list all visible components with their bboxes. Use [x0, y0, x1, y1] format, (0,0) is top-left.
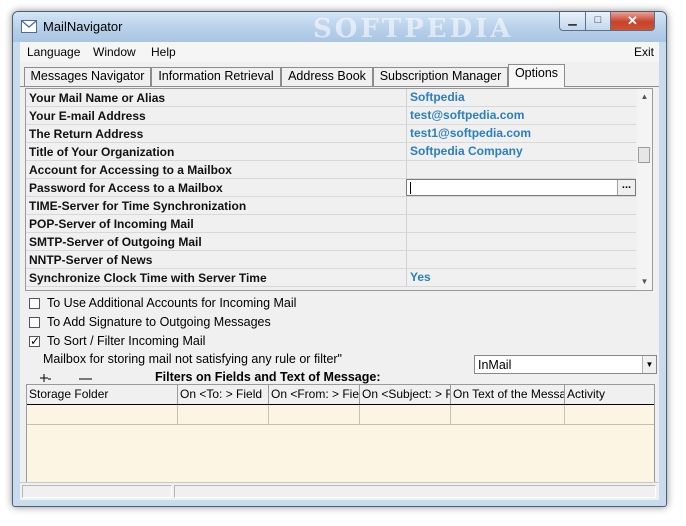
scroll-up-arrow-icon[interactable]: ▲: [637, 92, 652, 101]
table-cell[interactable]: [360, 405, 451, 424]
minimize-button[interactable]: ▁: [559, 12, 586, 31]
table-cell[interactable]: [565, 405, 654, 424]
grid-row-mail-name[interactable]: Your Mail Name or Alias Softpedia: [26, 89, 636, 107]
mailbox-select[interactable]: InMail ▼: [474, 355, 657, 374]
filter-tool-icons[interactable]: [38, 373, 98, 383]
grid-row-label: Account for Accessing to a Mailbox: [29, 163, 232, 177]
mailbox-select-value: InMail: [478, 358, 512, 372]
grid-row-time-server[interactable]: TIME-Server for Time Synchronization: [26, 197, 636, 215]
checkbox-box[interactable]: ✓: [29, 334, 41, 348]
maximize-button[interactable]: □: [585, 12, 611, 31]
tab-subscription-manager[interactable]: Subscription Manager: [373, 67, 508, 86]
client-area: Language Window Help Exit Messages Navig…: [20, 42, 659, 500]
grid-row-value[interactable]: [406, 215, 636, 232]
mailbox-label: Mailbox for storing mail not satisfying …: [43, 352, 342, 366]
checkmark-icon: ✓: [30, 334, 41, 348]
menu-language[interactable]: Language: [27, 45, 80, 59]
checkbox-label: To Use Additional Accounts for Incoming …: [47, 296, 297, 310]
options-panel: Your Mail Name or Alias Softpedia Your E…: [20, 86, 659, 500]
grid-row-value[interactable]: [406, 161, 636, 178]
grid-row-organization[interactable]: Title of Your Organization Softpedia Com…: [26, 143, 636, 161]
tab-options[interactable]: Options: [508, 64, 565, 87]
ellipsis-button[interactable]: ...: [617, 180, 635, 195]
grid-row-label: SMTP-Server of Outgoing Mail: [29, 235, 202, 249]
close-button[interactable]: ✕: [610, 12, 655, 31]
grid-row-label: Password for Access to a Mailbox: [29, 181, 223, 195]
text-caret: [410, 182, 411, 194]
grid-row-email[interactable]: Your E-mail Address test@softpedia.com: [26, 107, 636, 125]
grid-row-value[interactable]: [406, 251, 636, 268]
grid-row-label: Title of Your Organization: [29, 145, 175, 159]
menu-window[interactable]: Window: [93, 45, 136, 59]
grid-row-nntp-server[interactable]: NNTP-Server of News: [26, 251, 636, 269]
scroll-thumb[interactable]: [638, 147, 650, 163]
grid-row-value[interactable]: test@softpedia.com: [406, 107, 636, 124]
grid-row-pop-server[interactable]: POP-Server of Incoming Mail: [26, 215, 636, 233]
tab-messages-navigator[interactable]: Messages Navigator: [24, 67, 151, 86]
filter-tools[interactable]: [38, 372, 98, 382]
grid-row-value[interactable]: [406, 197, 636, 214]
grid-row-value[interactable]: test1@softpedia.com: [406, 125, 636, 142]
grid-row-value[interactable]: [406, 233, 636, 250]
window-title: MailNavigator: [43, 19, 123, 34]
column-activity[interactable]: Activity: [565, 385, 654, 404]
chevron-down-icon[interactable]: ▼: [642, 356, 656, 373]
checkbox-label: To Add Signature to Outgoing Messages: [47, 315, 271, 329]
softpedia-watermark: SOFTPEDIA: [313, 14, 514, 44]
tab-information-retrieval[interactable]: Information Retrieval: [151, 67, 281, 86]
status-panel-right: [174, 485, 656, 498]
checkbox-box[interactable]: [29, 317, 40, 328]
column-from-field[interactable]: On <From: > Field: [269, 385, 360, 404]
table-cell[interactable]: [178, 405, 269, 424]
filter-table: Storage Folder On <To: > Field On <From:…: [26, 384, 655, 497]
grid-row-value[interactable]: Softpedia Company: [406, 143, 636, 160]
envelope-icon: [21, 20, 37, 33]
checkbox-box[interactable]: [29, 298, 40, 309]
grid-row-label: Your E-mail Address: [29, 109, 146, 123]
grid-row-return-address[interactable]: The Return Address test1@softpedia.com: [26, 125, 636, 143]
filters-title: Filters on Fields and Text of Message:: [155, 370, 381, 384]
grid-row-account[interactable]: Account for Accessing to a Mailbox: [26, 161, 636, 179]
grid-row-label: POP-Server of Incoming Mail: [29, 217, 194, 231]
tab-strip: Messages Navigator Information Retrieval…: [20, 64, 659, 87]
menu-bar: Language Window Help Exit: [20, 42, 659, 62]
title-bar[interactable]: MailNavigator SOFTPEDIA ▁ □ ✕: [13, 12, 666, 44]
menu-help[interactable]: Help: [151, 45, 176, 59]
grid-row-label: Synchronize Clock Time with Server Time: [29, 271, 267, 285]
grid-row-smtp-server[interactable]: SMTP-Server of Outgoing Mail: [26, 233, 636, 251]
password-input[interactable]: ...: [406, 179, 636, 196]
main-window: MailNavigator SOFTPEDIA ▁ □ ✕ Language W…: [12, 11, 667, 507]
table-cell[interactable]: [451, 405, 565, 424]
checkbox-label: To Sort / Filter Incoming Mail: [47, 334, 206, 348]
options-grid: Your Mail Name or Alias Softpedia Your E…: [25, 88, 653, 291]
column-to-field[interactable]: On <To: > Field: [178, 385, 269, 404]
table-cell[interactable]: [27, 405, 178, 424]
grid-scrollbar[interactable]: ▲ ▼: [637, 89, 652, 290]
grid-row-value[interactable]: Softpedia: [406, 89, 636, 106]
scroll-down-arrow-icon[interactable]: ▼: [637, 277, 652, 286]
column-subject-field[interactable]: On <Subject: > Field: [360, 385, 451, 404]
menu-exit[interactable]: Exit: [634, 45, 654, 59]
grid-row-label: Your Mail Name or Alias: [29, 91, 166, 105]
grid-row-label: NNTP-Server of News: [29, 253, 153, 267]
status-bar: [20, 482, 659, 500]
status-panel-left: [22, 485, 172, 498]
grid-row-value[interactable]: Yes: [406, 269, 636, 286]
column-message-text[interactable]: On Text of the Message: [451, 385, 565, 404]
column-storage-folder[interactable]: Storage Folder: [27, 385, 178, 404]
table-row[interactable]: [27, 405, 654, 425]
grid-row-password[interactable]: Password for Access to a Mailbox ...: [26, 179, 636, 197]
filter-table-header: Storage Folder On <To: > Field On <From:…: [27, 385, 654, 405]
grid-row-sync-clock[interactable]: Synchronize Clock Time with Server Time …: [26, 269, 636, 287]
grid-row-label: TIME-Server for Time Synchronization: [29, 199, 247, 213]
tab-address-book[interactable]: Address Book: [281, 67, 373, 86]
grid-row-label: The Return Address: [29, 127, 144, 141]
table-cell[interactable]: [269, 405, 360, 424]
